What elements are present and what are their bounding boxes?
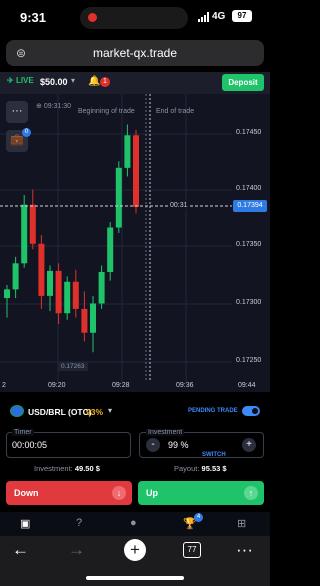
price-tick-label: 0.17300 [236, 299, 262, 306]
candle-body [21, 204, 28, 264]
arrow-up-icon: ↑ [244, 486, 258, 500]
briefcase-icon: 💼 [10, 134, 24, 146]
home-indicator [86, 576, 184, 580]
time-tick-label: 09:36 [176, 382, 194, 389]
price-tick-label: 0.17350 [236, 241, 262, 248]
more-options-icon[interactable]: ··· [236, 540, 253, 560]
trophy-badge: 4 [194, 513, 203, 522]
url-text: market-qx.trade [92, 46, 178, 60]
forward-arrow-icon[interactable]: → [68, 540, 85, 560]
pending-trade-toggle[interactable] [242, 406, 260, 416]
network-type: 4G [212, 11, 226, 22]
candle-body [133, 135, 139, 207]
more-dots-icon: ··· [11, 105, 23, 117]
new-tab-plus-icon[interactable]: + [124, 539, 146, 561]
candle-body [12, 263, 19, 290]
candlestick-chart[interactable] [0, 94, 270, 392]
help-nav-icon[interactable]: ? [76, 517, 82, 529]
payout-summary-label: Payout: [174, 464, 200, 473]
current-price-tag: 0.17394 [233, 200, 267, 212]
price-tick-label: 0.17250 [236, 357, 262, 364]
start-time-label: ⊕ 09:31:30 [36, 103, 72, 110]
asset-pair[interactable]: USD/BRL (OTC) [28, 407, 92, 417]
time-tick-label: 09:28 [112, 382, 130, 389]
trades-count-badge: 0 [22, 128, 31, 137]
notification-badge: 1 [100, 77, 110, 87]
candle-body [124, 135, 131, 168]
more-nav-icon[interactable]: ⊞ [237, 517, 246, 530]
usd-brl-flag-icon [10, 405, 24, 417]
price-chart[interactable]: ⊕ 09:31:30 Beginning of trade End of tra… [0, 94, 270, 392]
live-account-label[interactable]: ✈ LIVE [7, 76, 34, 85]
investment-label: Investment [146, 429, 185, 436]
bell-icon[interactable]: 🔔 [88, 76, 100, 87]
live-text: LIVE [15, 76, 34, 85]
candle-body [107, 227, 114, 272]
status-bar: 9:31 4G 97 [0, 0, 270, 36]
candle-body [81, 308, 88, 333]
address-bar[interactable]: ⊜ market-qx.trade [6, 40, 264, 66]
timer-value[interactable]: 00:00:05 [12, 440, 47, 450]
down-button[interactable]: Down ↓ [6, 481, 132, 505]
price-tick-label: 0.17400 [236, 185, 262, 192]
chevron-down-icon[interactable]: ▾ [108, 406, 112, 415]
beginning-of-trade-label: Beginning of trade [78, 108, 135, 115]
tab-count-button[interactable]: 77 [183, 542, 201, 558]
balance[interactable]: $50.00 [40, 77, 68, 87]
payout-summary-value: 95.53 $ [201, 464, 227, 473]
battery-icon: 97 [232, 10, 252, 22]
candle-body [38, 243, 45, 296]
candle-body [72, 281, 79, 309]
up-label: Up [146, 488, 158, 498]
recording-dot-icon [88, 13, 97, 22]
investment-summary-value: 49.50 $ [74, 464, 100, 473]
candle-body [29, 204, 36, 244]
menu-button[interactable]: ··· [6, 101, 28, 123]
candle-body [64, 281, 71, 314]
chart-nav-icon[interactable]: ▣ [20, 517, 30, 530]
candle-body [90, 303, 96, 333]
candle-body [4, 289, 10, 299]
arrow-down-icon: ↓ [112, 486, 126, 500]
back-arrow-icon[interactable]: ← [12, 540, 29, 560]
switch-button[interactable]: SWITCH [202, 452, 226, 458]
investment-summary-label: Investment: [34, 464, 73, 473]
signal-icon [198, 12, 209, 22]
candle-body [115, 167, 122, 228]
up-button[interactable]: Up ↑ [138, 481, 264, 505]
investment-value[interactable]: 99 % [168, 440, 189, 450]
candle-body [98, 272, 105, 304]
payout-summary: Payout: 95.53 $ [174, 464, 227, 473]
countdown-label: 00:31 [168, 202, 190, 209]
price-tick-label: 0.17450 [236, 129, 262, 136]
increase-button[interactable]: + [242, 438, 256, 452]
decrease-button[interactable]: - [146, 438, 160, 452]
profile-nav-icon[interactable]: ● [130, 517, 137, 529]
candle-body [55, 270, 62, 314]
low-price-label: 0.17263 [58, 362, 88, 371]
chevron-down-icon[interactable]: ▾ [71, 76, 75, 85]
deposit-button[interactable]: Deposit [222, 74, 264, 91]
start-time-value: 09:31:30 [43, 103, 72, 110]
down-label: Down [14, 488, 39, 498]
time-tick-label: 2 [2, 382, 6, 389]
timer-label: Timer [12, 429, 34, 436]
clock: 9:31 [20, 10, 47, 25]
end-of-trade-label: End of trade [156, 108, 195, 115]
pending-trade-label[interactable]: PENDING TRADE [188, 408, 238, 414]
time-tick-label: 09:20 [48, 382, 66, 389]
candle-body [47, 270, 53, 296]
investment-summary: Investment: 49.50 $ [34, 464, 100, 473]
payout-percent: 93% [86, 407, 104, 417]
time-tick-label: 09:44 [238, 382, 256, 389]
